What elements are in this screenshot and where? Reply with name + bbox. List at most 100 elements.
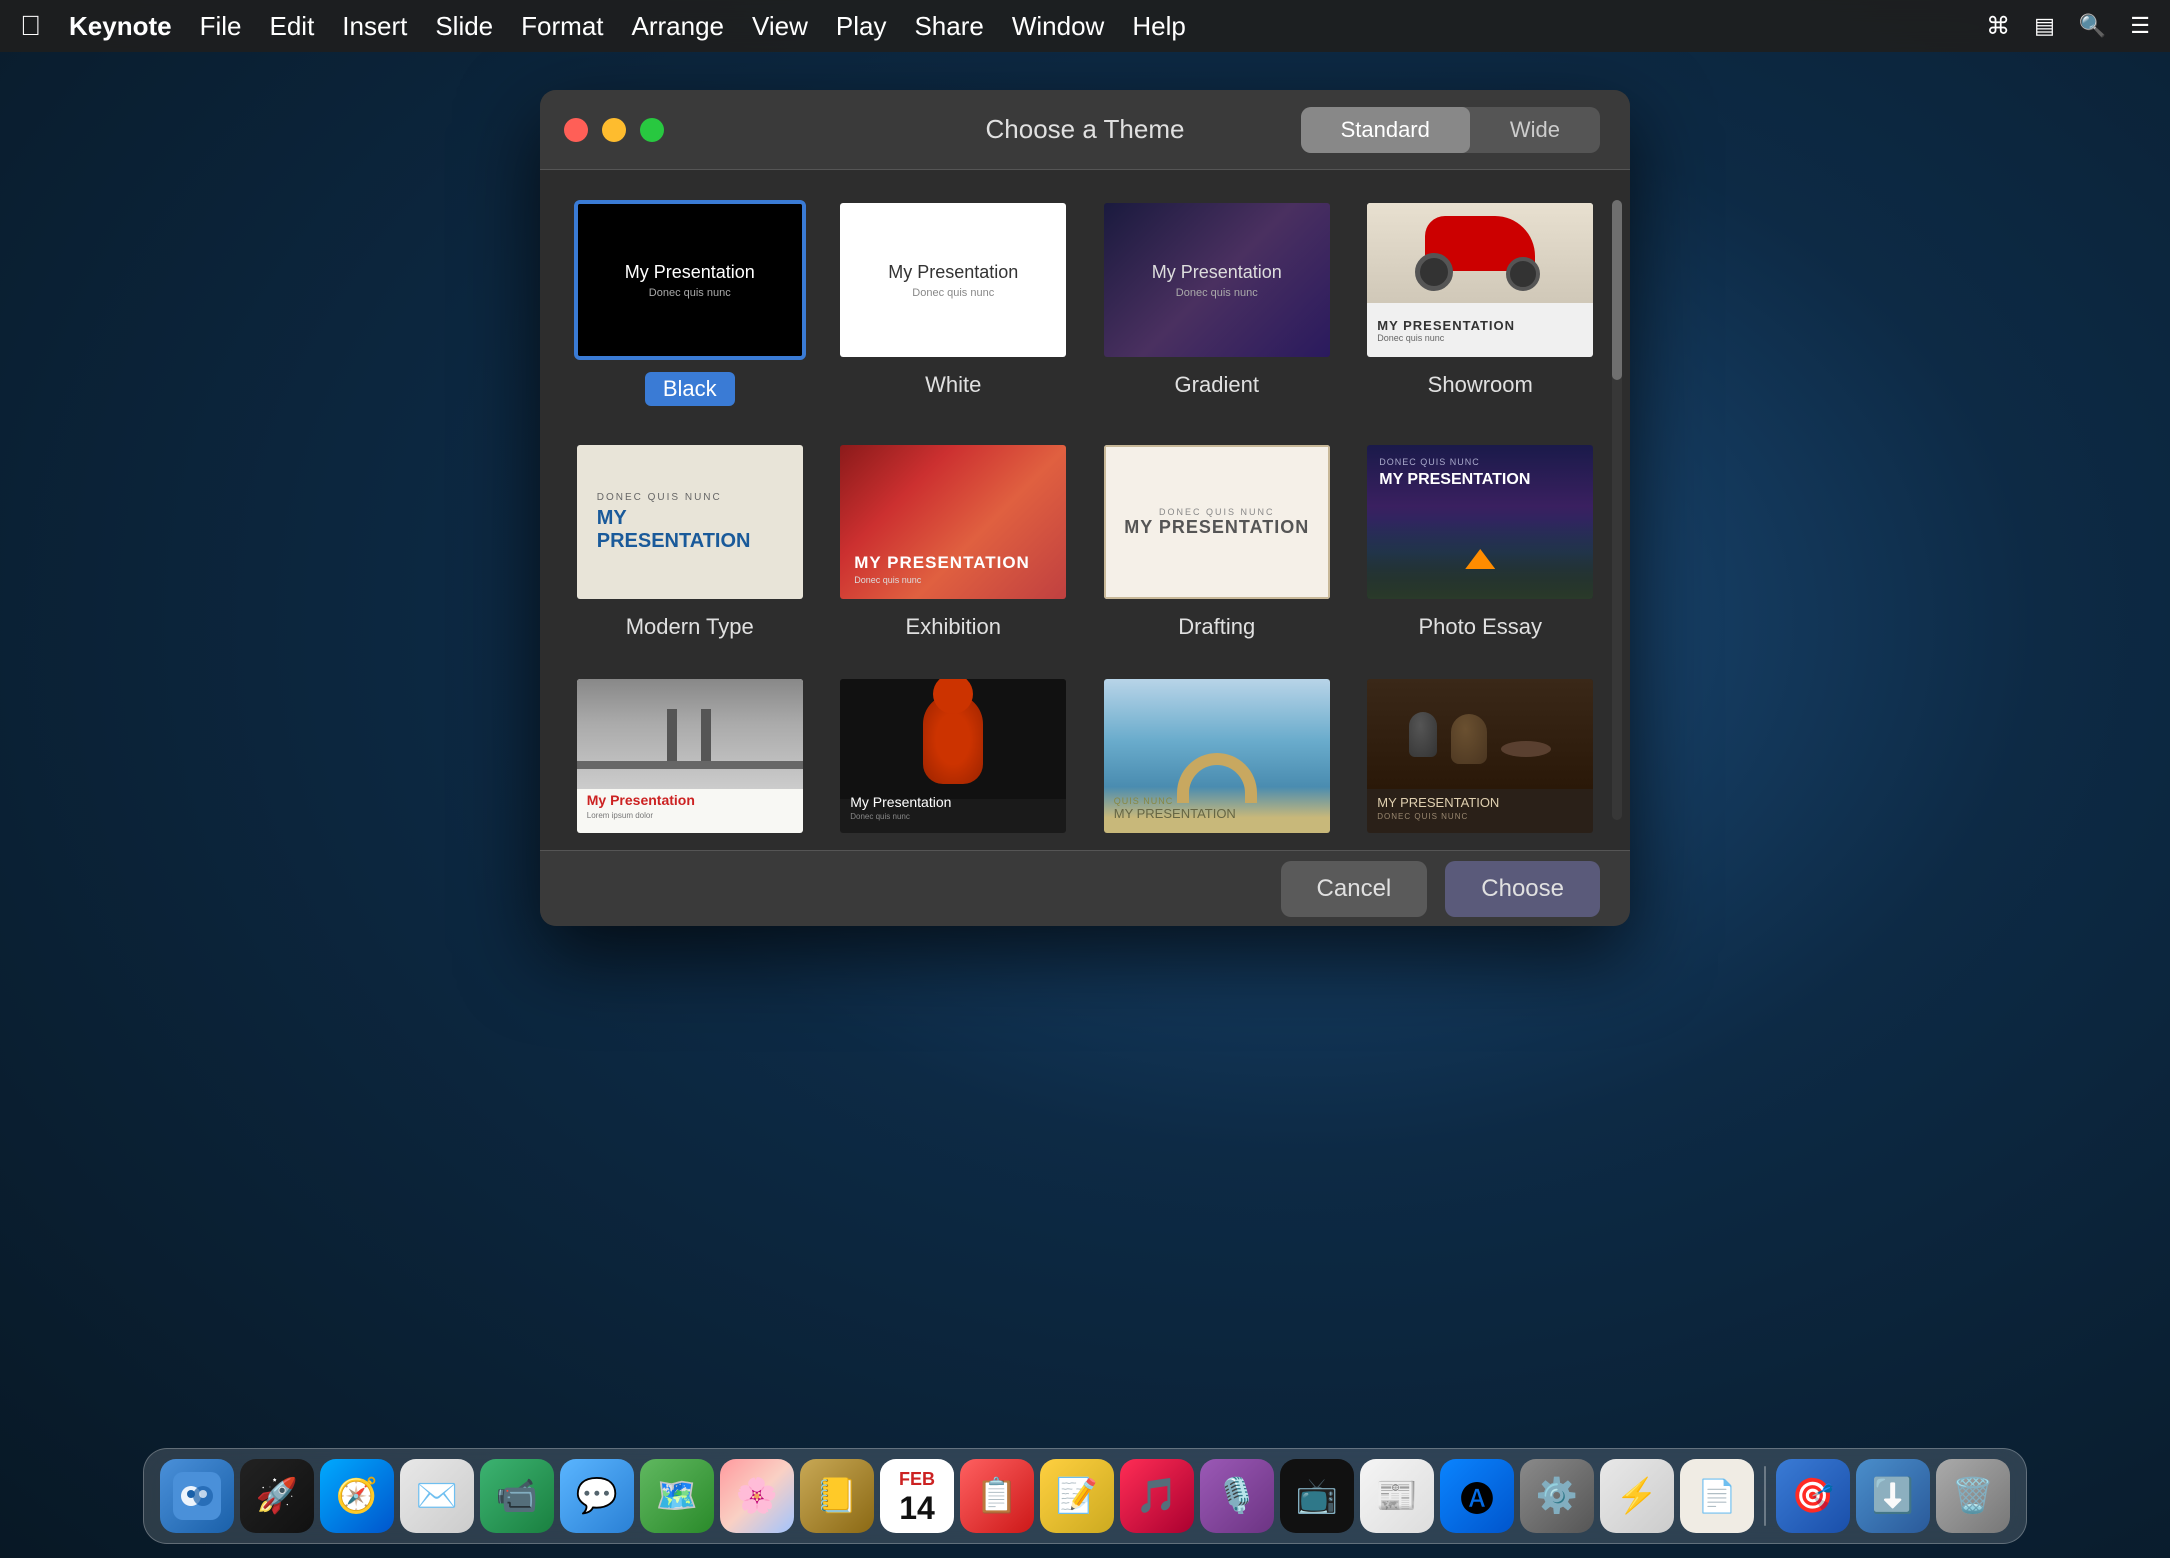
window-menu[interactable]: Window — [1012, 11, 1104, 42]
dock-notebook[interactable]: 📒 — [800, 1459, 874, 1533]
theme-thumbnail-exhibition[interactable]: MY PRESENTATION Donec quis nunc — [837, 442, 1069, 602]
gradient-preview-subtitle: Donec quis nunc — [1176, 287, 1258, 299]
theme-thumbnail-black[interactable]: My Presentation Donec quis nunc — [574, 200, 806, 360]
dock-finder[interactable] — [160, 1459, 234, 1533]
theme-item-cream-paper[interactable]: quis nunc MY PRESENTATION Cream Paper — [1097, 676, 1337, 850]
theme-thumbnail-photo-essay[interactable]: DONEC QUIS NUNC MY PRESENTATION — [1364, 442, 1596, 602]
dock-appletv[interactable]: 📺 — [1280, 1459, 1354, 1533]
dock-launchpad[interactable]: 🚀 — [240, 1459, 314, 1533]
dock-stickies[interactable]: 📝 — [1040, 1459, 1114, 1533]
dock-reeder[interactable]: ⚡ — [1600, 1459, 1674, 1533]
theme-item-white[interactable]: My Presentation Donec quis nunc White — [834, 200, 1074, 406]
play-menu[interactable]: Play — [836, 11, 887, 42]
close-button[interactable] — [564, 118, 588, 142]
dock-podcasts[interactable]: 🎙️ — [1200, 1459, 1274, 1533]
dialog-bottom-bar: Cancel Choose — [540, 850, 1630, 926]
dock-music[interactable]: 🎵 — [1120, 1459, 1194, 1533]
slide-menu[interactable]: Slide — [435, 11, 493, 42]
zoom-button[interactable] — [640, 118, 664, 142]
theme-grid-scroll[interactable]: My Presentation Donec quis nunc Black My… — [540, 170, 1630, 850]
dock-reminders[interactable]: 📋 — [960, 1459, 1034, 1533]
control-center-icon[interactable]: ☰ — [2130, 13, 2150, 39]
dock-calendar[interactable]: FEB 14 — [880, 1459, 954, 1533]
theme-item-drafting[interactable]: DONEC QUIS NUNC MY PRESENTATION Drafting — [1097, 442, 1337, 640]
cancel-button[interactable]: Cancel — [1281, 861, 1428, 917]
traffic-lights — [564, 118, 664, 142]
share-menu[interactable]: Share — [914, 11, 983, 42]
file-menu[interactable]: File — [200, 11, 242, 42]
theme-row-2: DONEC QUIS NUNC MY PRESENTATION Modern T… — [570, 442, 1600, 640]
dock-facetime[interactable]: 📹 — [480, 1459, 554, 1533]
theme-thumbnail-slate[interactable]: My Presentation Donec quis nunc — [837, 676, 1069, 836]
scrollbar-thumb[interactable] — [1612, 200, 1622, 380]
choose-button[interactable]: Choose — [1445, 861, 1600, 917]
dock: 🚀 🧭 ✉️ 📹 💬 🗺️ 🌸 📒 FEB 14 📋 📝 🎵 🎙️ 📺 📰 — [143, 1448, 2027, 1544]
dock-mail[interactable]: ✉️ — [400, 1459, 474, 1533]
insert-menu[interactable]: Insert — [342, 11, 407, 42]
dock-maps[interactable]: 🗺️ — [640, 1459, 714, 1533]
theme-item-black[interactable]: My Presentation Donec quis nunc Black — [570, 200, 810, 406]
dock-safari[interactable]: 🧭 — [320, 1459, 394, 1533]
theme-thumbnail-artisan[interactable]: MY PRESENTATION DONEC QUIS NUNC — [1364, 676, 1596, 836]
white-preview-subtitle: Donec quis nunc — [912, 287, 994, 299]
theme-row-3: My Presentation Lorem ipsum dolor Classi… — [570, 676, 1600, 850]
textedit-icon: 📄 — [1697, 1477, 1737, 1515]
messages-icon: 💬 — [576, 1476, 618, 1516]
help-menu[interactable]: Help — [1132, 11, 1185, 42]
gradient-preview-title: My Presentation — [1152, 262, 1282, 283]
menu-bar-right: ⌘ ▤ 🔍 ☰ — [1986, 12, 2150, 41]
drafting-title: MY PRESENTATION — [1124, 517, 1309, 538]
theme-thumbnail-classic[interactable]: My Presentation Lorem ipsum dolor — [574, 676, 806, 836]
dialog-title: Choose a Theme — [986, 114, 1185, 145]
app-name-menu[interactable]: Keynote — [69, 11, 172, 42]
pot-1 — [1409, 712, 1437, 757]
theme-item-modern-type[interactable]: DONEC QUIS NUNC MY PRESENTATION Modern T… — [570, 442, 810, 640]
theme-thumbnail-cream-paper[interactable]: quis nunc MY PRESENTATION — [1101, 676, 1333, 836]
edit-menu[interactable]: Edit — [269, 11, 314, 42]
search-icon[interactable]: 🔍 — [2079, 13, 2106, 39]
theme-label-modern-type: Modern Type — [626, 614, 754, 640]
dock-textedit[interactable]: 📄 — [1680, 1459, 1754, 1533]
theme-thumbnail-drafting[interactable]: DONEC QUIS NUNC MY PRESENTATION — [1101, 442, 1333, 602]
theme-thumbnail-gradient[interactable]: My Presentation Donec quis nunc — [1101, 200, 1333, 360]
siri-icon[interactable]: ⌘ — [1986, 12, 2010, 41]
arrange-menu[interactable]: Arrange — [632, 11, 725, 42]
theme-item-artisan[interactable]: MY PRESENTATION DONEC QUIS NUNC Artisan — [1361, 676, 1601, 850]
keynote-icon: 🎯 — [1792, 1476, 1834, 1516]
standard-segment[interactable]: Standard — [1301, 107, 1470, 153]
theme-item-classic[interactable]: My Presentation Lorem ipsum dolor Classi… — [570, 676, 810, 850]
ocean-text: quis nunc MY PRESENTATION — [1114, 796, 1236, 821]
facetime-icon: 📹 — [496, 1476, 538, 1516]
minimize-button[interactable] — [602, 118, 626, 142]
segment-control: Standard Wide — [1301, 107, 1600, 153]
dock-keynote[interactable]: 🎯 — [1776, 1459, 1850, 1533]
dock-news[interactable]: 📰 — [1360, 1459, 1434, 1533]
display-icon[interactable]: ▤ — [2034, 13, 2055, 39]
reminders-icon: 📋 — [976, 1476, 1018, 1516]
dock-photos[interactable]: 🌸 — [720, 1459, 794, 1533]
theme-item-gradient[interactable]: My Presentation Donec quis nunc Gradient — [1097, 200, 1337, 406]
classic-preview-title: My Presentation — [587, 792, 695, 808]
view-menu[interactable]: View — [752, 11, 808, 42]
safari-icon: 🧭 — [336, 1476, 378, 1516]
theme-thumbnail-white[interactable]: My Presentation Donec quis nunc — [837, 200, 1069, 360]
artisan-text: MY PRESENTATION DONEC QUIS NUNC — [1377, 795, 1499, 821]
theme-item-photo-essay[interactable]: DONEC QUIS NUNC MY PRESENTATION Photo Es… — [1361, 442, 1601, 640]
parrot-head — [933, 679, 973, 714]
dock-messages[interactable]: 💬 — [560, 1459, 634, 1533]
theme-thumbnail-showroom[interactable]: MY PRESENTATION Donec quis nunc — [1364, 200, 1596, 360]
theme-thumbnail-modern-type[interactable]: DONEC QUIS NUNC MY PRESENTATION — [574, 442, 806, 602]
theme-item-exhibition[interactable]: MY PRESENTATION Donec quis nunc Exhibiti… — [834, 442, 1074, 640]
wide-segment[interactable]: Wide — [1470, 107, 1600, 153]
dock-sysprefs[interactable]: ⚙️ — [1520, 1459, 1594, 1533]
apple-menu[interactable]:  — [20, 10, 41, 42]
format-menu[interactable]: Format — [521, 11, 603, 42]
dock-downloads[interactable]: ⬇️ — [1856, 1459, 1930, 1533]
dock-appstore[interactable]: 🅐 — [1440, 1459, 1514, 1533]
theme-item-slate[interactable]: My Presentation Donec quis nunc Slate — [834, 676, 1074, 850]
theme-item-showroom[interactable]: MY PRESENTATION Donec quis nunc Showroom — [1361, 200, 1601, 406]
music-icon: 🎵 — [1136, 1476, 1178, 1516]
black-preview-title: My Presentation — [625, 262, 755, 283]
theme-chooser-dialog: Choose a Theme Standard Wide My Presenta… — [540, 90, 1630, 926]
dock-trash[interactable]: 🗑️ — [1936, 1459, 2010, 1533]
